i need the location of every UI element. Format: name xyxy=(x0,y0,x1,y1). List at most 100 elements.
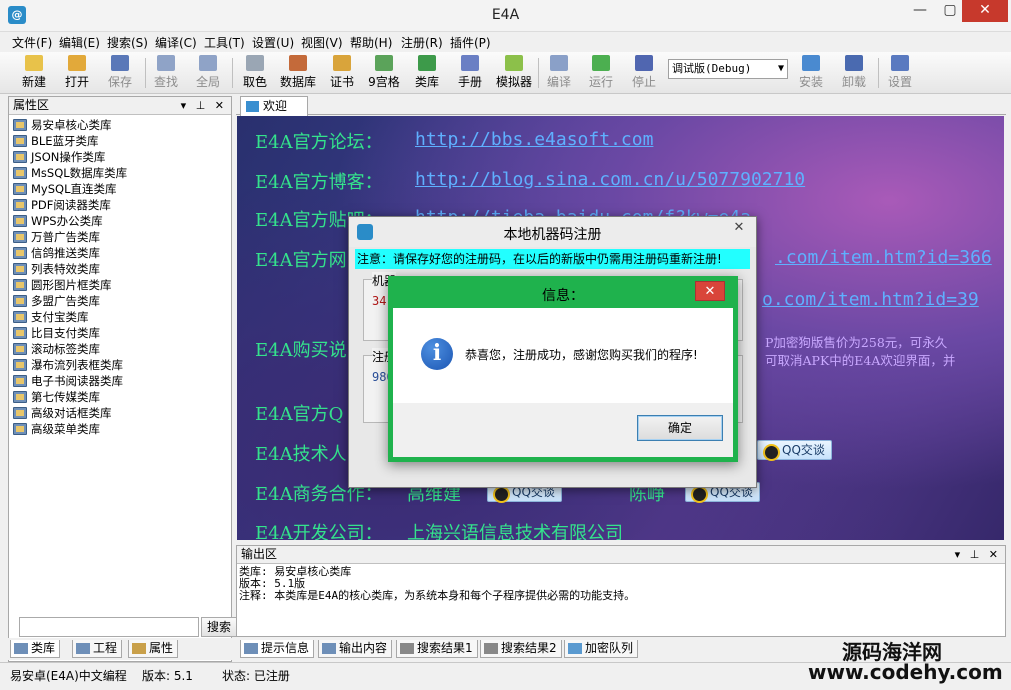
manual-button[interactable]: 手册 xyxy=(450,55,490,91)
list-item[interactable]: 支付宝类库 xyxy=(11,309,231,325)
uninstall-button[interactable]: 卸载 xyxy=(834,55,874,91)
list-item[interactable]: 万普广告类库 xyxy=(11,229,231,245)
build-mode-value: 调试版(Debug) xyxy=(672,62,752,75)
blog-label: E4A官方博客： xyxy=(255,172,383,193)
library-button[interactable]: 类库 xyxy=(407,55,447,91)
library-icon xyxy=(13,247,27,259)
menu-plugins[interactable]: 插件(P) xyxy=(450,34,491,51)
tab-properties[interactable]: 属性 xyxy=(128,640,179,658)
chevron-down-icon: ▼ xyxy=(777,63,784,74)
open-button[interactable]: 打开 xyxy=(57,55,97,91)
global-search-button[interactable]: 全局 xyxy=(188,55,228,91)
folder-icon xyxy=(68,55,86,71)
settings-label: 设置 xyxy=(887,75,912,89)
settings-button[interactable]: 设置 xyxy=(880,55,920,91)
panel-controls[interactable]: ▾ ⊥ ✕ xyxy=(181,97,227,114)
close-button[interactable]: ✕ xyxy=(962,0,1008,22)
info-settings-icon xyxy=(891,55,909,71)
list-item[interactable]: 高级菜单类库 xyxy=(11,421,231,437)
menu-compile[interactable]: 编译(C) xyxy=(155,34,197,51)
grid9-button[interactable]: 9宫格 xyxy=(364,55,404,91)
color-picker-button[interactable]: 取色 xyxy=(235,55,275,91)
tab-library[interactable]: 类库 xyxy=(10,640,61,658)
ok-button[interactable]: 确定 xyxy=(637,415,723,441)
menu-search[interactable]: 搜索(S) xyxy=(107,34,148,51)
list-item[interactable]: 电子书阅读器类库 xyxy=(11,373,231,389)
library-icon xyxy=(13,119,27,131)
forum-label: E4A官方论坛： xyxy=(255,132,383,153)
library-label: 类库 xyxy=(414,75,439,89)
list-item[interactable]: 滚动标签类库 xyxy=(11,341,231,357)
uninstall-label: 卸载 xyxy=(841,75,866,89)
shop-link-1[interactable]: .com/item.htm?id=366 xyxy=(775,247,992,268)
tab-search-results-2[interactable]: 搜索结果2 xyxy=(480,640,562,658)
forum-link[interactable]: http://bbs.e4asoft.com xyxy=(415,129,653,150)
list-item-label: PDF阅读器类库 xyxy=(31,198,111,212)
list-item[interactable]: BLE蓝牙类库 xyxy=(11,133,231,149)
qq-chat-button[interactable]: QQ交谈 xyxy=(757,440,832,461)
menu-file[interactable]: 文件(F) xyxy=(12,34,52,51)
list-item-label: 第七传媒类库 xyxy=(31,390,100,404)
emulator-button[interactable]: 模拟器 xyxy=(494,55,534,91)
tab-output[interactable]: 输出内容 xyxy=(318,640,393,658)
menu-register[interactable]: 注册(R) xyxy=(401,34,443,51)
list-item[interactable]: MySQL直连类库 xyxy=(11,181,231,197)
tab-search-results-1[interactable]: 搜索结果1 xyxy=(396,640,478,658)
database-icon xyxy=(289,55,307,71)
manual-label: 手册 xyxy=(457,75,482,89)
find-button[interactable]: 查找 xyxy=(146,55,186,91)
menu-view[interactable]: 视图(V) xyxy=(301,34,343,51)
shop-link-2[interactable]: o.com/item.htm?id=39 xyxy=(762,289,979,310)
menu-tools[interactable]: 工具(T) xyxy=(204,34,245,51)
library-icon xyxy=(13,167,27,179)
list-item[interactable]: 易安卓核心类库 xyxy=(11,117,231,133)
list-item[interactable]: 多盟广告类库 xyxy=(11,293,231,309)
message-body: i 恭喜您，注册成功，感谢您购买我们的程序! xyxy=(393,308,733,403)
new-file-icon xyxy=(25,55,43,71)
run-label: 运行 xyxy=(588,75,613,89)
message-close-button[interactable]: ✕ xyxy=(695,281,725,301)
menu-edit[interactable]: 编辑(E) xyxy=(59,34,100,51)
database-button[interactable]: 数据库 xyxy=(278,55,318,91)
search-button[interactable]: 搜索 xyxy=(201,617,237,637)
save-button[interactable]: 保存 xyxy=(100,55,140,91)
blog-link[interactable]: http://blog.sina.com.cn/u/5077902710 xyxy=(415,169,805,190)
list-item[interactable]: WPS办公类库 xyxy=(11,213,231,229)
install-button[interactable]: 安装 xyxy=(791,55,831,91)
list-item[interactable]: 列表特效类库 xyxy=(11,261,231,277)
list-item-label: 列表特效类库 xyxy=(31,262,100,276)
output-line: 注释: 本类库是E4A的核心类库，为系统本身和每个子程序提供必需的功能支持。 xyxy=(239,589,636,602)
menu-help[interactable]: 帮助(H) xyxy=(350,34,392,51)
dialog-close-button[interactable]: ✕ xyxy=(728,220,750,238)
tab-project[interactable]: 工程 xyxy=(72,640,123,658)
run-button[interactable]: 运行 xyxy=(581,55,621,91)
list-item[interactable]: MsSQL数据库类库 xyxy=(11,165,231,181)
info-icon xyxy=(244,643,258,654)
minimize-button[interactable]: — xyxy=(905,0,935,22)
tab-hints[interactable]: 提示信息 xyxy=(240,640,315,658)
panel-controls[interactable]: ▾ ⊥ ✕ xyxy=(955,546,1001,563)
list-item-label: MsSQL数据库类库 xyxy=(31,166,128,180)
find-icon xyxy=(157,55,175,71)
tab-encrypt-queue[interactable]: 加密队列 xyxy=(564,640,639,658)
stop-button[interactable]: 停止 xyxy=(624,55,664,91)
list-item[interactable]: 瀑布流列表框类库 xyxy=(11,357,231,373)
machine-code-value[interactable]: 34 xyxy=(372,294,386,308)
certificate-button[interactable]: 证书 xyxy=(322,55,362,91)
list-item[interactable]: JSON操作类库 xyxy=(11,149,231,165)
menu-settings[interactable]: 设置(U) xyxy=(252,34,294,51)
compile-button[interactable]: 编译 xyxy=(539,55,579,91)
maximize-button[interactable]: ▢ xyxy=(935,0,965,22)
build-mode-select[interactable]: 调试版(Debug) ▼ xyxy=(668,59,788,79)
new-button[interactable]: 新建 xyxy=(14,55,54,91)
list-item[interactable]: PDF阅读器类库 xyxy=(11,197,231,213)
list-item[interactable]: 第七传媒类库 xyxy=(11,389,231,405)
tab-welcome[interactable]: 欢迎 xyxy=(240,96,308,116)
list-item[interactable]: 比目支付类库 xyxy=(11,325,231,341)
emulator-label: 模拟器 xyxy=(495,75,532,89)
list-item[interactable]: 信鸽推送类库 xyxy=(11,245,231,261)
library-search-input[interactable] xyxy=(19,617,199,637)
cert-label: 证书 xyxy=(329,75,354,89)
list-item[interactable]: 高级对话框类库 xyxy=(11,405,231,421)
list-item[interactable]: 圆形图片框类库 xyxy=(11,277,231,293)
